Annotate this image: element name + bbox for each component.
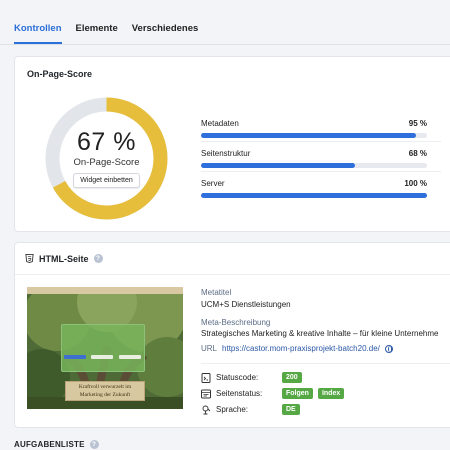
status-badge-index: Index (317, 388, 345, 399)
status-code-badge: 200 (282, 372, 302, 383)
url-link[interactable]: https://castor.mom-praxisprojekt-batch20… (222, 344, 380, 353)
meta-title-label: Metatitel (201, 288, 232, 297)
donut-center: 67 % On-Page-Score Widget einbetten (44, 96, 169, 221)
embed-widget-button[interactable]: Widget einbetten (73, 173, 140, 188)
metric-label: Seitenstruktur (201, 149, 251, 158)
score-donut: 67 % On-Page-Score Widget einbetten (44, 96, 169, 221)
language-icon (202, 405, 211, 414)
status-divider (201, 363, 450, 364)
document-code-icon (201, 372, 211, 383)
score-card-title: On-Page-Score (27, 69, 93, 79)
meta-description-label: Meta-Beschreibung (201, 318, 271, 327)
status-code-row: Statuscode: 200 (201, 372, 302, 383)
thumbnail-nav-bar (27, 287, 183, 294)
tab-bar: Kontrollen Elemente Verschiedenes (0, 0, 450, 44)
page-status-icon (201, 389, 211, 398)
metric-seitenstruktur: Seitenstruktur 68 % (201, 149, 427, 168)
metric-bar (201, 133, 427, 138)
thumbnail-headline-line-1: Kraftvoll verwurzelt im (78, 384, 132, 390)
metric-value: 68 % (408, 149, 427, 158)
metric-server: Server 100 % (201, 179, 427, 198)
tab-elemente[interactable]: Elemente (76, 23, 118, 44)
metric-bar-fill (201, 133, 416, 138)
meta-description-value: Strategisches Marketing & kreative Inhal… (201, 329, 439, 338)
html-page-card: HTML-Seite ? Kraftvoll verwurzelt im Mar… (14, 242, 450, 428)
html-card-header: HTML-Seite ? (15, 243, 450, 275)
thumbnail-cookie-dialog (61, 324, 145, 372)
metric-bar-fill (201, 193, 427, 198)
score-percent: 67 % (77, 128, 136, 156)
info-icon[interactable]: ? (89, 440, 99, 449)
tabs-divider (0, 44, 450, 45)
globe-icon[interactable] (384, 344, 393, 353)
metric-divider (201, 141, 441, 142)
language-badge: DE (282, 404, 300, 415)
html-card-title: HTML-Seite (39, 253, 89, 264)
info-icon[interactable]: ? (93, 254, 103, 263)
on-page-score-card: On-Page-Score 67 % On-Page-Score Widget … (14, 56, 450, 232)
metric-value: 100 % (404, 179, 427, 188)
thumbnail-headline-line-2: Marketing der Zukunft (79, 392, 131, 398)
score-label: On-Page-Score (73, 157, 140, 168)
page-status-row: Seitenstatus: Folgen Index (201, 388, 345, 399)
language-row: Sprache: DE (201, 404, 300, 415)
url-label: URL (201, 344, 218, 353)
page-status-label: Seitenstatus: (216, 389, 263, 398)
status-code-label: Statuscode: (216, 373, 259, 382)
tab-kontrollen[interactable]: Kontrollen (14, 23, 62, 44)
metric-label: Server (201, 179, 225, 188)
page-screenshot-thumbnail[interactable]: Kraftvoll verwurzelt im Marketing der Zu… (27, 287, 183, 409)
html5-icon (25, 254, 34, 263)
thumbnail-headline-banner: Kraftvoll verwurzelt im Marketing der Zu… (65, 381, 145, 401)
task-list-heading: AUFGABENLISTE ? (14, 440, 99, 449)
metric-bar (201, 193, 427, 198)
task-list-title: AUFGABENLISTE (14, 440, 85, 449)
metric-bar-fill (201, 163, 355, 168)
url-row: URL https://castor.mom-praxisprojekt-bat… (201, 344, 393, 353)
metric-bar (201, 163, 427, 168)
metric-value: 95 % (408, 119, 427, 128)
status-badge-folgen: Folgen (282, 388, 313, 399)
metric-divider (201, 171, 441, 172)
tab-verschiedenes[interactable]: Verschiedenes (132, 23, 199, 44)
meta-title-value: UCM+S Dienstleistungen (201, 300, 291, 309)
metric-metadaten: Metadaten 95 % (201, 119, 427, 138)
metric-label: Metadaten (201, 119, 239, 128)
language-label: Sprache: (216, 405, 249, 414)
